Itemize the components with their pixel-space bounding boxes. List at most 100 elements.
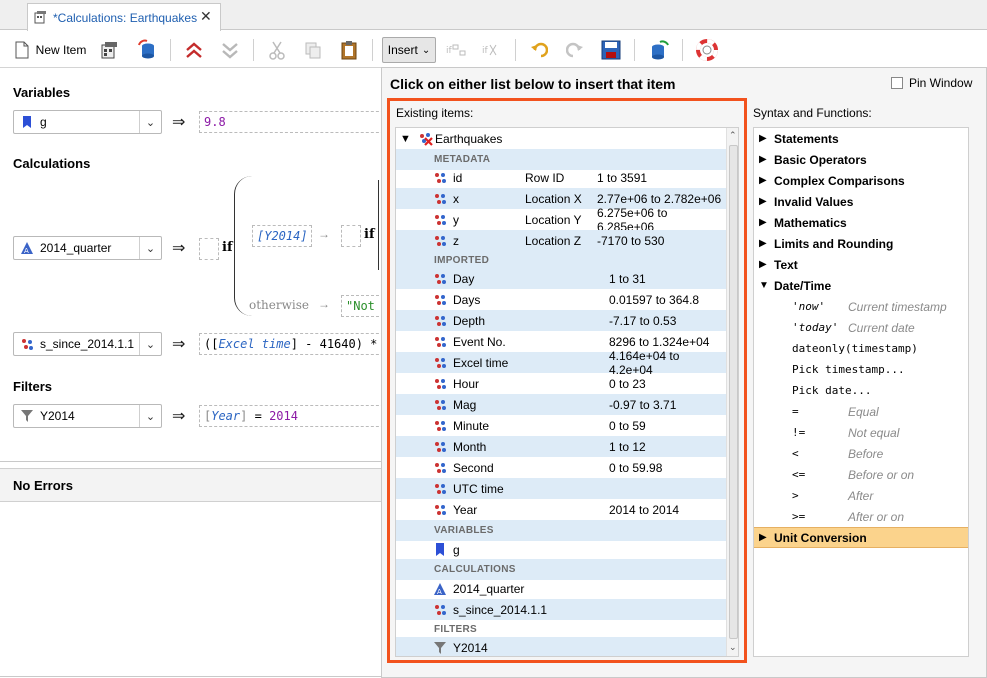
list-item[interactable]: Depth -7.17 to 0.53 xyxy=(396,310,726,331)
syntax-item[interactable]: Pick date... xyxy=(754,380,968,401)
filter-expression-field[interactable]: [Year] = 2014 xyxy=(199,405,389,427)
list-item[interactable]: id Row ID 1 to 3591 xyxy=(396,167,726,188)
syntax-item[interactable]: > After xyxy=(754,485,968,506)
help-button[interactable] xyxy=(694,37,720,63)
syntax-item[interactable]: = Equal xyxy=(754,401,968,422)
scrollbar-thumb[interactable] xyxy=(729,145,738,639)
filter-icon xyxy=(434,642,446,654)
pin-window-checkbox[interactable]: Pin Window xyxy=(891,76,972,90)
syntax-item[interactable]: Pick timestamp... xyxy=(754,359,968,380)
checkbox-icon[interactable] xyxy=(891,77,903,89)
list-item[interactable]: Year 2014 to 2014 xyxy=(396,499,726,520)
save-button[interactable] xyxy=(598,37,624,63)
condition-field[interactable]: [Y2014] xyxy=(252,225,312,247)
scrollbar[interactable]: ⌃ ⌄ xyxy=(726,128,738,656)
tab-calculations[interactable]: *Calculations: Earthquakes ✕ xyxy=(27,3,221,31)
list-item[interactable]: Y2014 xyxy=(396,637,726,656)
collapse-triangle-icon[interactable]: ▼ xyxy=(759,280,769,291)
expand-triangle-icon[interactable]: ▶ xyxy=(759,196,767,207)
copy-button[interactable] xyxy=(300,37,326,63)
list-item[interactable]: g xyxy=(396,539,726,560)
list-item[interactable]: Hour 0 to 23 xyxy=(396,373,726,394)
column-icon xyxy=(435,442,446,452)
insert-if-button[interactable]: if xyxy=(443,37,469,63)
expression-field[interactable]: ([Excel time] - 41640) * xyxy=(199,333,389,355)
list-item[interactable]: Day 1 to 31 xyxy=(396,268,726,289)
syntax-category[interactable]: ▶ Invalid Values xyxy=(754,191,968,212)
scroll-up-icon[interactable]: ⌃ xyxy=(729,130,737,141)
filter-combo-y2014[interactable]: Y2014 ⌄ xyxy=(13,404,162,428)
expand-triangle-icon[interactable]: ▶ xyxy=(759,154,767,165)
otherwise-label: otherwise xyxy=(249,298,309,312)
chevron-down-icon[interactable]: ⌄ xyxy=(139,111,161,133)
database-button[interactable] xyxy=(134,37,160,63)
list-item[interactable]: Second 0 to 59.98 xyxy=(396,457,726,478)
syntax-item[interactable]: 'now' Current timestamp xyxy=(754,296,968,317)
undo-button[interactable] xyxy=(526,37,552,63)
syntax-item[interactable]: <= Before or on xyxy=(754,464,968,485)
redo-button[interactable] xyxy=(562,37,588,63)
syntax-list[interactable]: ▶ Statements ▶ Basic Operators ▶ Complex Comp… xyxy=(753,127,969,657)
cut-button[interactable] xyxy=(264,37,290,63)
implies-icon: ⇒ xyxy=(172,408,186,425)
expand-triangle-icon[interactable]: ▼ xyxy=(400,133,411,145)
scroll-down-icon[interactable]: ⌄ xyxy=(729,642,737,653)
syntax-item[interactable]: < Before xyxy=(754,443,968,464)
list-item[interactable]: Excel time 4.164e+04 to 4.2e+04 xyxy=(396,349,726,377)
syntax-item[interactable]: >= After or on xyxy=(754,506,968,527)
expand-triangle-icon[interactable]: ▶ xyxy=(759,133,767,144)
chevron-down-icon[interactable]: ⌄ xyxy=(139,237,161,259)
calculation-combo-s-since[interactable]: s_since_2014.1.1 ⌄ xyxy=(13,332,162,356)
insert-button[interactable]: Insert ⌄ xyxy=(382,37,436,63)
syntax-item[interactable]: != Not equal xyxy=(754,422,968,443)
existing-items-list[interactable]: ▼ Earthquakes METADATA id Row ID 1 to 3591… xyxy=(395,127,739,657)
move-up-button[interactable] xyxy=(181,37,207,63)
syntax-category[interactable]: ▶ Complex Comparisons xyxy=(754,170,968,191)
list-item[interactable]: A 2014_quarter xyxy=(396,578,726,599)
empty-slot[interactable] xyxy=(341,225,361,247)
paste-button[interactable] xyxy=(336,37,362,63)
syntax-description: After xyxy=(848,488,874,503)
syntax-category-label: Complex Comparisons xyxy=(774,173,905,188)
list-item[interactable]: z Location Z -7170 to 530 xyxy=(396,230,726,251)
syntax-item[interactable]: dateonly(timestamp) xyxy=(754,338,968,359)
syntax-category[interactable]: ▶ Unit Conversion xyxy=(754,527,968,548)
svg-text:if: if xyxy=(446,46,453,56)
variable-combo-g[interactable]: g ⌄ xyxy=(13,110,162,134)
if-bracket xyxy=(234,176,252,316)
save-icon xyxy=(601,40,621,60)
syntax-category[interactable]: ▶ Limits and Rounding xyxy=(754,233,968,254)
syntax-category[interactable]: ▶ Mathematics xyxy=(754,212,968,233)
double-chevron-up-icon xyxy=(186,42,202,58)
expand-triangle-icon[interactable]: ▶ xyxy=(759,238,767,249)
refresh-database-button[interactable] xyxy=(646,37,672,63)
chevron-down-icon[interactable]: ⌄ xyxy=(139,333,161,355)
list-item[interactable]: Minute 0 to 59 xyxy=(396,415,726,436)
calculation-combo-2014-quarter[interactable]: A 2014_quarter ⌄ xyxy=(13,236,162,260)
list-item[interactable]: UTC time xyxy=(396,478,726,499)
syntax-category[interactable]: ▶ Basic Operators xyxy=(754,149,968,170)
list-item[interactable]: Month 1 to 12 xyxy=(396,436,726,457)
empty-slot[interactable] xyxy=(199,238,219,260)
syntax-item[interactable]: 'today' Current date xyxy=(754,317,968,338)
expand-triangle-icon[interactable]: ▶ xyxy=(759,175,767,186)
tree-root-earthquakes[interactable]: ▼ Earthquakes xyxy=(396,128,726,149)
expand-triangle-icon[interactable]: ▶ xyxy=(759,217,767,228)
variable-value-field[interactable]: 9.8 xyxy=(199,111,389,133)
column-icon xyxy=(435,295,446,305)
new-item-button[interactable]: New Item xyxy=(10,37,90,63)
insert-if-else-button[interactable]: if xyxy=(479,37,505,63)
list-item[interactable]: s_since_2014.1.1 xyxy=(396,599,726,620)
list-item[interactable]: Days 0.01597 to 364.8 xyxy=(396,289,726,310)
syntax-category[interactable]: ▶ Statements xyxy=(754,128,968,149)
move-down-button[interactable] xyxy=(217,37,243,63)
close-icon[interactable]: ✕ xyxy=(200,8,212,25)
expand-triangle-icon[interactable]: ▶ xyxy=(759,532,767,543)
calculator-button[interactable] xyxy=(98,37,124,63)
list-item[interactable]: y Location Y 6.275e+06 to 6.285e+06 xyxy=(396,206,726,234)
expand-triangle-icon[interactable]: ▶ xyxy=(759,259,767,270)
syntax-category[interactable]: ▶ Text xyxy=(754,254,968,275)
syntax-category[interactable]: ▼ Date/Time xyxy=(754,275,968,296)
chevron-down-icon[interactable]: ⌄ xyxy=(139,405,161,427)
list-item[interactable]: Mag -0.97 to 3.71 xyxy=(396,394,726,415)
